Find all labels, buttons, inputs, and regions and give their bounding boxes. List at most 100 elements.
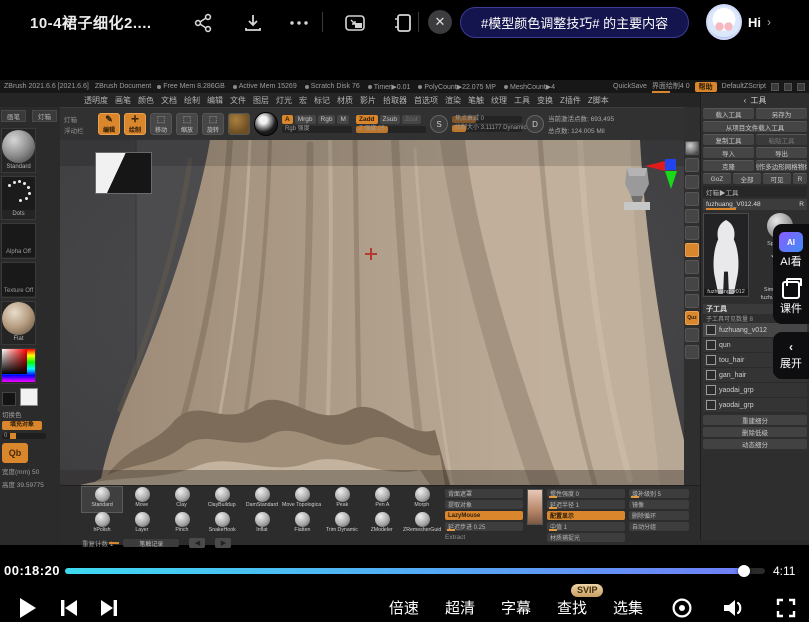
stroke-record-button[interactable]: 笔触记录: [109, 539, 180, 548]
geometry-button[interactable]: 删除低级: [703, 427, 807, 437]
goz-r-button[interactable]: R: [793, 173, 807, 184]
brush-item[interactable]: Peak: [322, 487, 362, 512]
sdiv-level-slider[interactable]: 增补级别 5: [629, 489, 689, 498]
zcut-button[interactable]: Zcut: [401, 115, 421, 124]
preview-display-button[interactable]: 配置显示: [547, 511, 625, 520]
color-picker[interactable]: [1, 348, 36, 384]
mode-m-button[interactable]: M: [337, 115, 349, 124]
right-shelf-button[interactable]: [685, 158, 699, 172]
zbrush-menu-item[interactable]: Z插件: [560, 95, 581, 106]
next-episode-button[interactable]: [96, 595, 122, 621]
make-polymesh-button[interactable]: 制作多边形网格物体: [756, 160, 807, 171]
delete-loops-button[interactable]: 删除循环: [629, 511, 689, 520]
next-page-button[interactable]: ▶: [215, 538, 232, 548]
previous-episode-button[interactable]: [56, 595, 82, 621]
paste-tool-button[interactable]: 粘贴工具: [756, 134, 807, 145]
scale-mode-button[interactable]: ⬚ 缩放: [176, 113, 198, 135]
goz-visible-button[interactable]: 可见: [763, 173, 791, 184]
left-tab-lightbox[interactable]: 灯箱: [32, 110, 57, 122]
pickup-button[interactable]: 提取对象: [445, 500, 523, 509]
z-intensity-slider[interactable]: Z 强度 25: [356, 126, 426, 133]
topic-pill-button[interactable]: #模型颜色调整技巧# 的主要内容: [460, 7, 690, 38]
stroke-preview-thumbnail[interactable]: [527, 489, 543, 525]
right-shelf-button[interactable]: [685, 226, 699, 240]
brush-item[interactable]: hPolish: [82, 512, 122, 537]
brush-item[interactable]: Pinch: [162, 512, 202, 537]
material-selector[interactable]: Flat: [1, 301, 36, 345]
right-shelf-button[interactable]: [685, 345, 699, 359]
brush-item[interactable]: Trim Dynamic: [322, 512, 362, 537]
courseware-icon[interactable]: [782, 278, 802, 299]
expand-label[interactable]: 展开: [780, 358, 802, 371]
left-tab-brush[interactable]: 画笔: [1, 110, 26, 122]
current-brush-selector[interactable]: Standard: [1, 128, 36, 173]
chevron-left-icon[interactable]: ‹: [789, 340, 793, 354]
right-shelf-button[interactable]: [685, 192, 699, 206]
geometry-button[interactable]: 动态细分: [703, 439, 807, 449]
fill-object-button[interactable]: 填充对象: [2, 421, 42, 430]
mode-mrgb-button[interactable]: Mrgb: [294, 115, 316, 124]
zbrush-menu-item[interactable]: 材质: [337, 95, 353, 106]
control-item[interactable]: 选集: [613, 597, 643, 618]
ai-watch-label[interactable]: AI看: [780, 256, 801, 269]
matcap-sphere[interactable]: [254, 112, 278, 136]
brush-item[interactable]: Standard: [81, 486, 123, 513]
zbrush-menu-item[interactable]: 透明度: [84, 95, 108, 106]
brush-item[interactable]: Move: [122, 487, 162, 512]
ai-watch-icon[interactable]: AI: [779, 232, 803, 252]
control-item[interactable]: 超清: [445, 597, 475, 618]
zbrush-menu-item[interactable]: 编辑: [207, 95, 223, 106]
brush-item[interactable]: Flatten: [282, 512, 322, 537]
zadd-button[interactable]: Zadd: [356, 115, 378, 124]
zbrush-menu-item[interactable]: 画笔: [115, 95, 131, 106]
brush-item[interactable]: DamStandard: [242, 487, 282, 512]
help-button[interactable]: 帮助: [694, 81, 717, 92]
goz-all-button[interactable]: 全部: [733, 173, 761, 184]
subtool-row[interactable]: yaodai_grp: [703, 398, 807, 413]
zbrush-menu-item[interactable]: 图层: [253, 95, 269, 106]
brush-item[interactable]: ZRemesherGuid: [402, 512, 442, 537]
zsub-button[interactable]: Zsub: [379, 115, 400, 124]
primary-color-swatch[interactable]: [20, 388, 38, 406]
brush-item[interactable]: ZModeler: [362, 512, 402, 537]
zbrush-canvas[interactable]: [60, 140, 684, 485]
zbrush-menu-item[interactable]: Z脚本: [588, 95, 609, 106]
courseware-label[interactable]: 课件: [780, 303, 802, 316]
mirror-button[interactable]: 镜像: [629, 500, 689, 509]
focal-shift-slider[interactable]: 焦点衰减 0: [452, 116, 522, 123]
zbrush-menu-item[interactable]: 纹理: [491, 95, 507, 106]
zbrush-menu-item[interactable]: 工具: [514, 95, 530, 106]
window-close-icon[interactable]: [797, 82, 805, 91]
mode-a-button[interactable]: A: [282, 115, 293, 124]
mini-window-button[interactable]: [390, 10, 416, 36]
zbrush-menu-item[interactable]: 文档: [161, 95, 177, 106]
close-button[interactable]: ✕: [428, 10, 452, 34]
brush-item[interactable]: SnakeHook: [202, 512, 242, 537]
texture-selector[interactable]: Texture Off: [1, 262, 36, 298]
mode-rgb-button[interactable]: Rgb: [317, 115, 336, 124]
assistant-chip[interactable]: Hi ›: [706, 4, 771, 40]
secondary-color-swatch[interactable]: [2, 392, 16, 406]
download-button[interactable]: [240, 10, 266, 36]
active-tool-row[interactable]: fuzhuang_V012.48 R: [703, 199, 807, 210]
pip-button[interactable]: [342, 10, 368, 36]
inertia-slider[interactable]: 惯性强度 0: [547, 489, 625, 498]
control-item[interactable]: 倍速: [389, 597, 419, 618]
draw-size-slider[interactable]: 绘制大小 3.11177 Dynamic: [452, 125, 526, 132]
brush-item[interactable]: Morph: [402, 487, 442, 512]
lightbox-tool-row[interactable]: 灯箱▶工具: [703, 186, 807, 197]
zbrush-menu-item[interactable]: 文件: [230, 95, 246, 106]
progress-handle[interactable]: [738, 565, 750, 577]
right-shelf-button[interactable]: [685, 175, 699, 189]
midvalue-slider[interactable]: 中值 1: [547, 522, 625, 531]
alpha-selector[interactable]: Alpha Off: [1, 223, 36, 259]
brush-item[interactable]: Inflat: [242, 512, 282, 537]
copy-tool-button[interactable]: 复制工具: [703, 134, 754, 145]
axis-gizmo[interactable]: [643, 154, 684, 190]
export-button[interactable]: 导出: [756, 147, 807, 158]
right-shelf-button[interactable]: [685, 294, 699, 308]
zbrush-menu-item[interactable]: 拾取器: [383, 95, 407, 106]
smooth-badge[interactable]: S: [430, 115, 448, 133]
zbrush-menu-item[interactable]: 绘制: [184, 95, 200, 106]
autogroup-button[interactable]: 自动分组: [629, 522, 689, 531]
